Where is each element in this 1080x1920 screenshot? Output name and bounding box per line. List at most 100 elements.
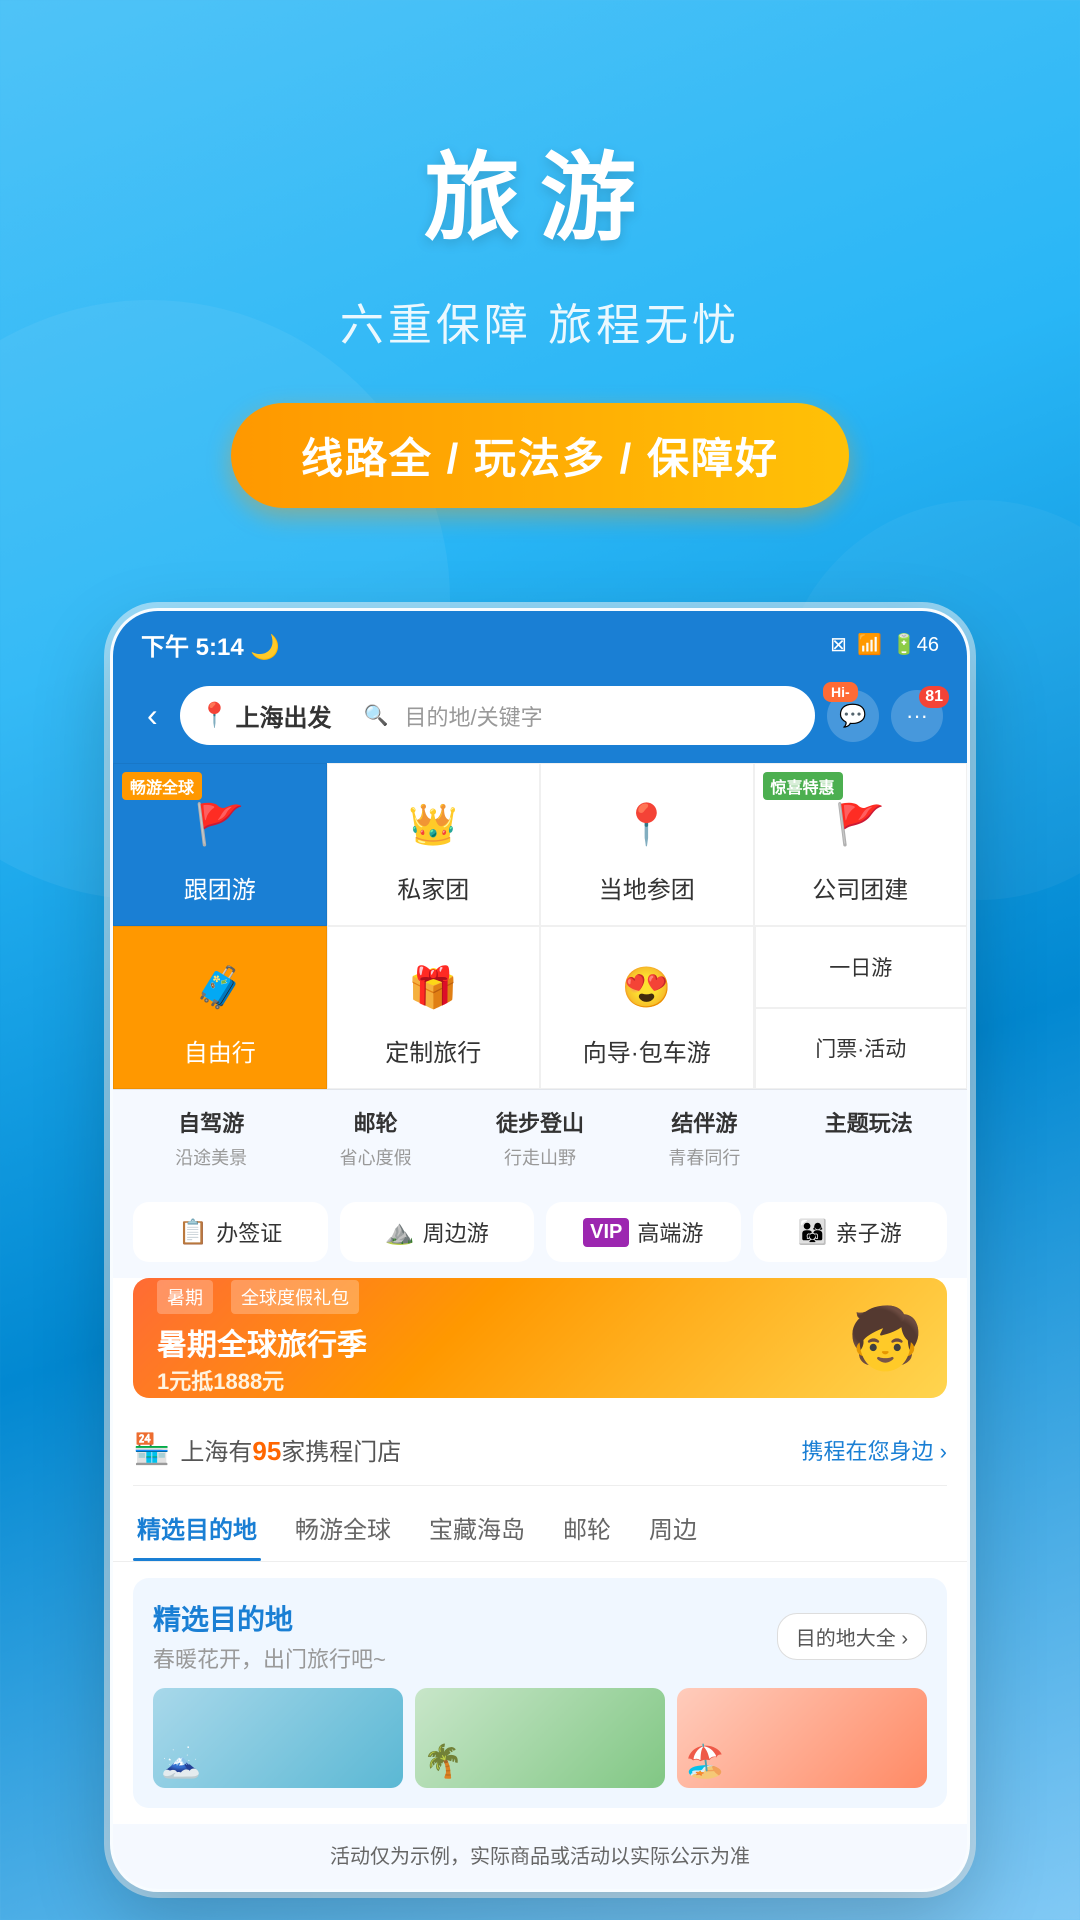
location-icon: 📍 — [200, 701, 230, 730]
store-link[interactable]: 携程在您身边 › — [802, 1434, 947, 1466]
companion-label: 结伴游 — [671, 1106, 737, 1138]
grid-item-custom-travel[interactable]: 🎁 定制旅行 — [327, 926, 541, 1089]
dest-header: 精选目的地 春暖花开，出门旅行吧~ 目的地大全 › — [153, 1598, 927, 1674]
grid-item-tickets[interactable]: 门票·活动 — [755, 1008, 968, 1090]
message-button[interactable]: 💬 Hi- — [827, 690, 879, 742]
moon-icon: 🌙 — [250, 634, 280, 661]
self-drive-sub: 沿途美景 — [175, 1144, 247, 1170]
banner-badge-2: 全球度假礼包 — [231, 1280, 359, 1314]
dest-all-button[interactable]: 目的地大全 › — [777, 1613, 927, 1660]
dest-thumb-1[interactable]: 🗻 — [153, 1688, 403, 1788]
search-icon: 🔍 — [364, 703, 389, 728]
banner-badge-1: 暑期 — [157, 1280, 213, 1314]
page-subtitle: 六重保障 旅程无忧 — [0, 289, 1080, 353]
free-travel-label: 自由行 — [184, 1033, 256, 1068]
visa-icon: 📋 — [178, 1218, 208, 1247]
nav-bar: ‹ 📍 上海出发 🔍 目的地/关键字 💬 Hi- ··· 81 — [113, 672, 967, 763]
page-title: 旅游 — [0, 120, 1080, 259]
dest-thumb-2[interactable]: 🌴 — [415, 1688, 665, 1788]
luxury-icon: VIP — [583, 1218, 629, 1247]
local-tour-icon: 📍 — [611, 788, 683, 860]
mini-item-theme[interactable]: 主题玩法 — [791, 1106, 947, 1170]
companion-sub: 青春同行 — [668, 1144, 740, 1170]
destination-section: 精选目的地 春暖花开，出门旅行吧~ 目的地大全 › 🗻 🌴 🏖️ — [133, 1578, 947, 1808]
mini-item-self-drive[interactable]: 自驾游 沿途美景 — [133, 1106, 289, 1170]
wifi-icon: 📶 — [857, 632, 882, 657]
nav-icons: 💬 Hi- ··· 81 — [827, 690, 943, 742]
nearby-label: 周边游 — [423, 1216, 489, 1248]
custom-travel-label: 定制旅行 — [385, 1033, 481, 1068]
grid-row-1: 畅游全球 🚩 跟团游 👑 私家团 📍 — [113, 763, 967, 926]
grid-item-local-tour[interactable]: 📍 当地参团 — [540, 763, 754, 926]
right-column: 一日游 门票·活动 — [754, 926, 968, 1089]
store-left: 🏪 上海有95家携程门店 — [133, 1432, 401, 1467]
grid-item-private-tour[interactable]: 👑 私家团 — [327, 763, 541, 926]
store-text: 上海有95家携程门店 — [180, 1432, 401, 1467]
nearby-icon: ⛰️ — [385, 1218, 415, 1247]
grid-item-group-tour[interactable]: 畅游全球 🚩 跟团游 — [113, 763, 327, 926]
tab-selected-dest[interactable]: 精选目的地 — [133, 1494, 261, 1561]
cruise-label: 邮轮 — [354, 1106, 398, 1138]
phone-mockup: 下午 5:14 🌙 ⊠ 📶 🔋46 ‹ 📍 上海出发 🔍 目的地/关键字 — [110, 608, 970, 1892]
notification-badge: 81 — [919, 686, 949, 708]
tickets-label: 门票·活动 — [815, 1033, 906, 1063]
luxury-label: 高端游 — [637, 1216, 703, 1248]
grid-item-one-day[interactable]: 一日游 — [755, 926, 968, 1008]
family-label: 亲子游 — [836, 1216, 902, 1248]
custom-travel-icon: 🎁 — [397, 951, 469, 1023]
mini-items-row: 自驾游 沿途美景 邮轮 省心度假 徒步登山 行走山野 结伴游 青春同行 主题玩法 — [113, 1089, 967, 1186]
message-icon: 💬 — [839, 703, 866, 729]
search-origin: 📍 上海出发 — [200, 698, 332, 733]
group-tour-label: 跟团游 — [184, 870, 256, 905]
search-placeholder: 目的地/关键字 — [404, 700, 542, 732]
store-icon: 🏪 — [133, 1432, 170, 1467]
banner-title: 暑期全球旅行季 — [157, 1320, 848, 1364]
more-button[interactable]: ··· 81 — [891, 690, 943, 742]
quick-links-row: 📋 办签证 ⛰️ 周边游 VIP 高端游 👨‍👩‍👧 亲子游 — [113, 1186, 967, 1278]
quick-link-nearby[interactable]: ⛰️ 周边游 — [340, 1202, 535, 1262]
self-drive-label: 自驾游 — [178, 1106, 244, 1138]
dest-thumbnails: 🗻 🌴 🏖️ — [153, 1688, 927, 1788]
one-day-label: 一日游 — [829, 952, 892, 982]
mini-item-cruise[interactable]: 邮轮 省心度假 — [297, 1106, 453, 1170]
dest-thumb-3[interactable]: 🏖️ — [677, 1688, 927, 1788]
banner-text: 暑期 全球度假礼包 暑期全球旅行季 1元抵1888元 — [157, 1280, 848, 1396]
guide-label: 向导·包车游 — [583, 1033, 711, 1068]
status-time: 下午 5:14 🌙 — [141, 627, 280, 662]
dest-subtitle: 春暖花开，出门旅行吧~ — [153, 1642, 386, 1674]
status-bar: 下午 5:14 🌙 ⊠ 📶 🔋46 — [113, 611, 967, 672]
banner-illustration: 🧒 — [848, 1303, 923, 1374]
quick-link-luxury[interactable]: VIP 高端游 — [546, 1202, 741, 1262]
disclaimer: 活动仅为示例，实际商品或活动以实际公示为准 — [113, 1824, 967, 1889]
quick-link-family[interactable]: 👨‍👩‍👧 亲子游 — [753, 1202, 948, 1262]
tab-cruise[interactable]: 邮轮 — [559, 1494, 615, 1561]
dest-title-area: 精选目的地 春暖花开，出门旅行吧~ — [153, 1598, 386, 1674]
guide-icon: 😍 — [611, 951, 683, 1023]
tab-nearby[interactable]: 周边 — [645, 1494, 701, 1561]
visa-label: 办签证 — [216, 1216, 282, 1248]
tag-special: 惊喜特惠 — [763, 772, 843, 800]
store-info: 🏪 上海有95家携程门店 携程在您身边 › — [133, 1414, 947, 1486]
promo-banner[interactable]: 暑期 全球度假礼包 暑期全球旅行季 1元抵1888元 🧒 — [133, 1278, 947, 1398]
status-icons: ⊠ 📶 🔋46 — [830, 632, 939, 657]
grid-item-company-tour[interactable]: 惊喜特惠 🚩 公司团建 — [754, 763, 968, 926]
family-icon: 👨‍👩‍👧 — [798, 1218, 828, 1247]
promo-badge[interactable]: 线路全 / 玩法多 / 保障好 — [231, 403, 849, 508]
mini-item-companion[interactable]: 结伴游 青春同行 — [626, 1106, 782, 1170]
back-button[interactable]: ‹ — [137, 693, 168, 738]
tab-global-tour[interactable]: 畅游全球 — [291, 1494, 395, 1561]
tag-global: 畅游全球 — [122, 772, 202, 800]
phone-container: 下午 5:14 🌙 ⊠ 📶 🔋46 ‹ 📍 上海出发 🔍 目的地/关键字 — [0, 608, 1080, 1892]
grid-item-guide[interactable]: 😍 向导·包车游 — [540, 926, 754, 1089]
quick-link-visa[interactable]: 📋 办签证 — [133, 1202, 328, 1262]
theme-label: 主题玩法 — [825, 1106, 913, 1138]
company-tour-label: 公司团建 — [812, 870, 908, 905]
tab-treasure-island[interactable]: 宝藏海岛 — [425, 1494, 529, 1561]
private-tour-icon: 👑 — [397, 788, 469, 860]
mini-item-hiking[interactable]: 徒步登山 行走山野 — [462, 1106, 618, 1170]
grid-item-free-travel[interactable]: 🧳 自由行 — [113, 926, 327, 1089]
header-section: 旅游 六重保障 旅程无忧 线路全 / 玩法多 / 保障好 — [0, 0, 1080, 568]
service-grid: 畅游全球 🚩 跟团游 👑 私家团 📍 — [113, 763, 967, 1889]
local-tour-label: 当地参团 — [599, 870, 695, 905]
search-bar[interactable]: 📍 上海出发 🔍 目的地/关键字 — [180, 686, 815, 745]
